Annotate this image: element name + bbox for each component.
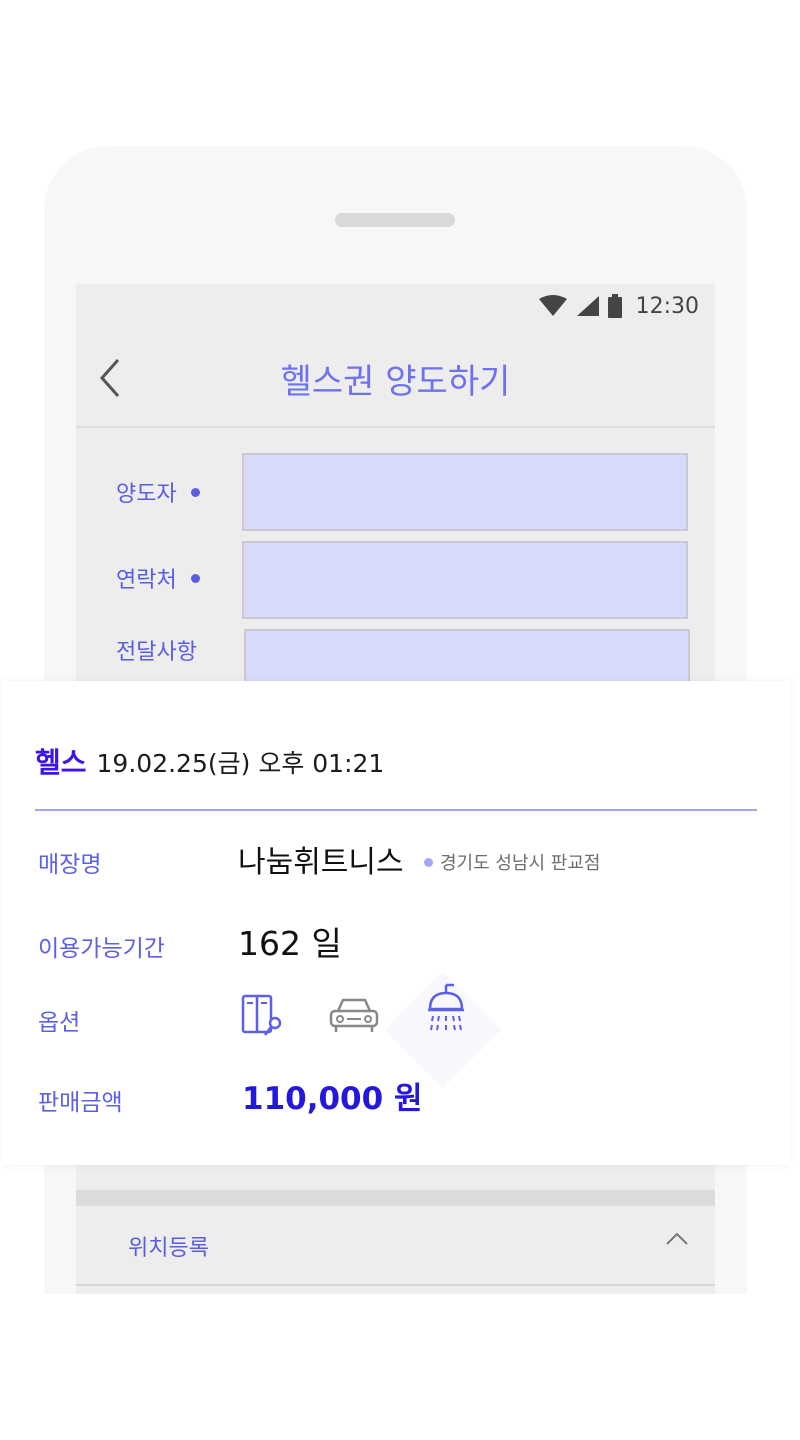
store-location-text: 경기도 성남시 판교점 <box>440 853 601 874</box>
listing-card[interactable]: 헬스 19.02.25(금) 오후 01:21 매장명 나눔휘트니스 경기도 성… <box>2 681 790 1165</box>
contact-input[interactable] <box>242 541 688 619</box>
location-label: 위치등록 <box>128 1236 209 1261</box>
transferor-label-text: 양도자 <box>116 482 177 507</box>
wifi-icon <box>538 295 567 316</box>
battery-icon <box>607 294 622 318</box>
card-header: 헬스 19.02.25(금) 오후 01:21 <box>35 741 384 781</box>
store-label: 매장명 <box>38 852 102 878</box>
shower-icon <box>428 983 464 1031</box>
section-divider <box>76 1190 715 1206</box>
store-name: 나눔휘트니스 <box>238 845 404 880</box>
period-value: 162 일 <box>238 924 342 963</box>
page-title: 헬스권 양도하기 <box>280 362 511 402</box>
card-divider <box>35 809 757 811</box>
transferor-input[interactable] <box>242 453 688 531</box>
category-tag: 헬스 <box>35 746 87 779</box>
options-label: 옵션 <box>38 1010 81 1036</box>
status-time: 12:30 <box>635 293 699 319</box>
post-timestamp: 19.02.25(금) 오후 01:21 <box>96 749 385 778</box>
app-bar: 헬스권 양도하기 <box>76 330 715 428</box>
price-value: 110,000 원 <box>242 1081 423 1117</box>
locker-key-icon <box>241 994 282 1036</box>
message-label-text: 전달사항 <box>116 640 197 665</box>
contact-label: 연락처 <box>116 562 200 594</box>
phone-speaker <box>335 213 455 227</box>
signal-icon <box>576 296 599 316</box>
required-dot <box>190 573 200 583</box>
form-row-transferor: 양도자 <box>76 452 715 534</box>
transferor-label: 양도자 <box>116 476 200 508</box>
store-location: 경기도 성남시 판교점 <box>424 849 600 875</box>
location-dot <box>424 857 433 867</box>
contact-label-text: 연락처 <box>116 568 177 593</box>
period-label: 이용가능기간 <box>38 936 165 962</box>
location-section-toggle[interactable]: 위치등록 <box>76 1206 715 1286</box>
price-label: 판매금액 <box>38 1090 123 1116</box>
form-row-contact: 연락처 <box>76 540 715 622</box>
message-label: 전달사항 <box>116 634 197 666</box>
chevron-up-icon <box>666 1232 688 1245</box>
required-dot <box>190 487 200 497</box>
status-bar: 12:30 <box>538 292 699 320</box>
options-list <box>240 972 501 1088</box>
car-icon <box>329 998 379 1032</box>
